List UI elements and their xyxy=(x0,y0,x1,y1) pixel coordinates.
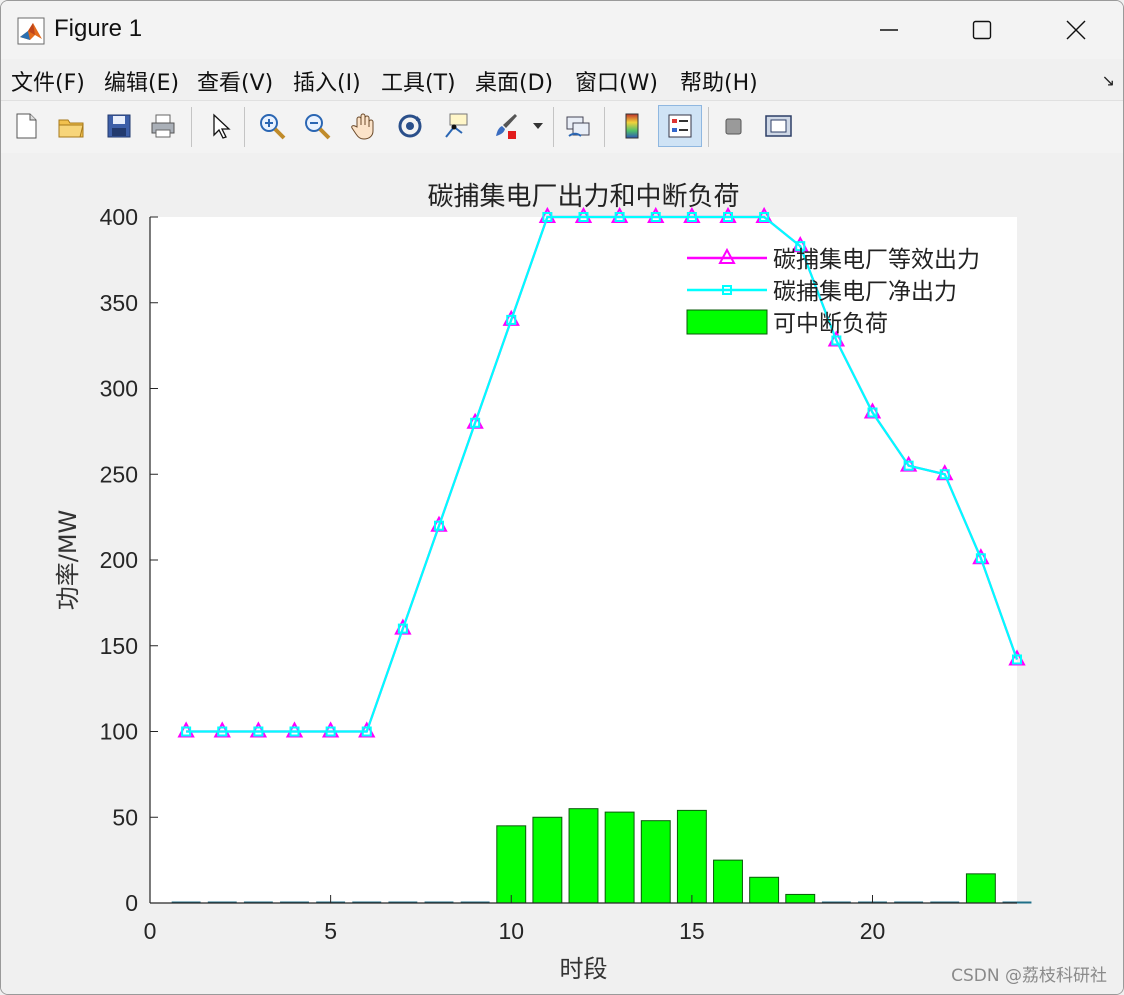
y-tick-label: 150 xyxy=(100,633,138,659)
new-figure-button[interactable] xyxy=(7,107,45,145)
print-button[interactable] xyxy=(144,107,182,145)
hide-plot-tools-button[interactable] xyxy=(714,107,752,145)
new-figure-icon xyxy=(16,113,37,139)
zoom-out-button[interactable] xyxy=(298,107,336,145)
menu-tools[interactable]: 工具(T) xyxy=(381,65,456,97)
bar xyxy=(496,825,527,904)
toolbar xyxy=(1,100,1123,154)
link-plot-button[interactable] xyxy=(559,107,597,145)
zoom-in-icon xyxy=(260,114,286,140)
menu-insert[interactable]: 插入(I) xyxy=(293,65,361,97)
pan-hand-icon xyxy=(351,113,374,140)
toolbar-separator xyxy=(191,107,192,147)
link-plot-icon xyxy=(566,116,590,137)
bar xyxy=(640,820,671,904)
toolbar-separator xyxy=(553,107,554,147)
legend-label: 碳捕集电厂等效出力 xyxy=(773,247,980,273)
bar xyxy=(676,809,707,904)
figure-window: Figure 1 文件(F) 编辑(E) 查看(V) 插入(I) 工具(T) 桌… xyxy=(0,0,1124,995)
x-axis-label: 时段 xyxy=(560,955,608,983)
brush-dropdown-icon xyxy=(533,123,543,129)
menu-help[interactable]: 帮助(H) xyxy=(680,65,758,97)
print-icon xyxy=(151,114,175,138)
menu-window[interactable]: 窗口(W) xyxy=(575,65,658,97)
select-arrow-button[interactable] xyxy=(201,107,239,145)
bar xyxy=(749,876,780,904)
bar xyxy=(713,859,743,904)
brush-icon xyxy=(496,114,517,139)
maximize-button[interactable] xyxy=(947,7,1017,53)
y-tick-label: 50 xyxy=(112,804,138,830)
bar xyxy=(532,816,563,904)
menu-bar: 文件(F) 编辑(E) 查看(V) 插入(I) 工具(T) 桌面(D) 窗口(W… xyxy=(1,59,1123,99)
show-plot-tools-button[interactable] xyxy=(759,107,797,145)
colorbar-button[interactable] xyxy=(613,107,651,145)
y-tick-label: 250 xyxy=(100,461,138,487)
open-file-button[interactable] xyxy=(52,107,90,145)
zoom-out-icon xyxy=(305,114,331,140)
rotate-3d-button[interactable] xyxy=(391,107,429,145)
open-file-icon xyxy=(58,119,84,138)
y-tick-label: 350 xyxy=(100,290,138,316)
y-tick-label: 400 xyxy=(100,204,138,230)
y-tick-label: 300 xyxy=(100,376,138,402)
bar xyxy=(965,873,996,904)
minimize-button[interactable] xyxy=(854,7,924,53)
data-cursor-button[interactable] xyxy=(438,107,476,145)
watermark: CSDN @荔枝科研社 xyxy=(951,966,1107,986)
bar xyxy=(568,808,599,904)
y-tick-label: 200 xyxy=(100,547,138,573)
bar xyxy=(785,893,816,904)
hide-plot-tools-icon xyxy=(725,118,742,135)
pan-button[interactable] xyxy=(345,107,383,145)
toolbar-separator xyxy=(604,107,605,147)
x-tick-label: 5 xyxy=(324,918,337,944)
window-title: Figure 1 xyxy=(54,15,143,42)
toolbar-separator xyxy=(708,107,709,147)
save-button[interactable] xyxy=(100,107,138,145)
x-tick-label: 20 xyxy=(860,918,886,944)
legend-icon xyxy=(668,114,692,138)
x-tick-label: 10 xyxy=(498,918,524,944)
x-tick-label: 0 xyxy=(144,918,157,944)
title-bar[interactable]: Figure 1 xyxy=(1,1,1123,59)
close-button[interactable] xyxy=(1041,7,1111,53)
zoom-in-button[interactable] xyxy=(253,107,291,145)
chart-canvas: 0 50 100 150 200 250 300 350 400 0 5 10 15 20 碳捕集电厂出力… xyxy=(54,182,1032,983)
menu-view[interactable]: 查看(V) xyxy=(197,65,273,97)
x-tick-label: 15 xyxy=(679,918,705,944)
brush-dropdown-button[interactable] xyxy=(526,107,550,145)
bar xyxy=(604,811,635,904)
close-icon xyxy=(1066,20,1086,40)
legend-label: 可中断负荷 xyxy=(773,311,888,337)
maximize-icon xyxy=(972,20,992,40)
rotate-3d-icon xyxy=(398,114,422,138)
legend-swatch-bar xyxy=(686,309,768,335)
show-plot-tools-icon xyxy=(765,115,792,137)
figure-area: 0 50 100 150 200 250 300 350 400 0 5 10 15 20 碳捕集电厂出力… xyxy=(1,153,1123,994)
y-tick-label: 100 xyxy=(100,719,138,745)
matlab-logo-icon xyxy=(17,17,45,45)
data-cursor-icon xyxy=(445,113,468,138)
menu-edit[interactable]: 编辑(E) xyxy=(104,65,179,97)
colorbar-icon xyxy=(625,113,639,139)
chart-title: 碳捕集电厂出力和中断负荷 xyxy=(427,182,739,212)
brush-button[interactable] xyxy=(486,107,524,145)
select-arrow-icon xyxy=(213,113,231,139)
legend-label: 碳捕集电厂净出力 xyxy=(773,279,957,305)
y-tick-label: 0 xyxy=(125,890,138,916)
dock-figure-icon[interactable]: ↘ xyxy=(1102,71,1115,90)
menu-desktop[interactable]: 桌面(D) xyxy=(475,65,553,97)
legend-button[interactable] xyxy=(658,105,702,147)
menu-file[interactable]: 文件(F) xyxy=(11,65,85,97)
minimize-icon xyxy=(880,29,898,31)
toolbar-separator xyxy=(244,107,245,147)
save-icon xyxy=(107,114,131,138)
y-axis-label: 功率/MW xyxy=(54,510,82,611)
